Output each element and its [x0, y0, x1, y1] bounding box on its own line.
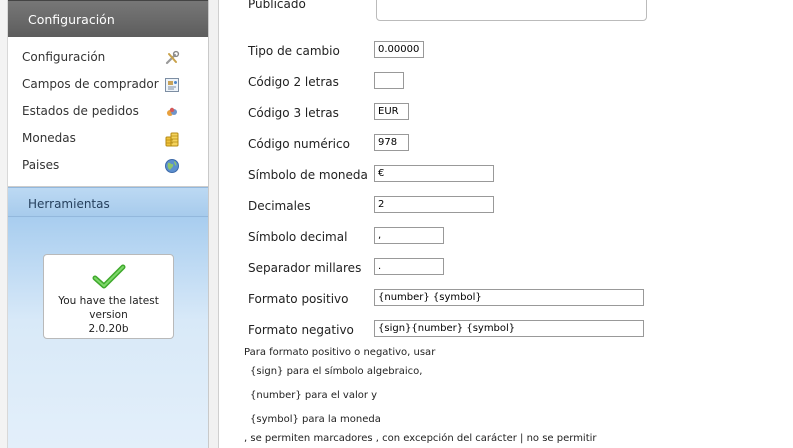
published-label: Publicado: [248, 0, 306, 11]
sidebar-item-estados-pedidos[interactable]: Estados de pedidos: [8, 98, 208, 125]
field-row-codigo-numerico: Código numérico: [248, 134, 793, 154]
field-label: Código numérico: [248, 137, 350, 151]
thousands-separator-input[interactable]: [374, 258, 444, 275]
sidebar-header-herramientas[interactable]: Herramientas: [8, 187, 208, 217]
field-row-tipo-cambio: Tipo de cambio: [248, 41, 793, 61]
field-label: Código 2 letras: [248, 75, 339, 89]
sidebar-item-campos-comprador[interactable]: Campos de comprador: [8, 71, 208, 98]
exchange-rate-input[interactable]: [374, 41, 424, 58]
order-status-icon: [167, 107, 177, 116]
field-row-decimales: Decimales: [248, 196, 793, 216]
sidebar-item-paises[interactable]: Paises: [8, 152, 208, 179]
sidebar-item-label: Paises: [22, 158, 60, 172]
field-label: Símbolo decimal: [248, 230, 348, 244]
field-label: Tipo de cambio: [248, 44, 340, 58]
sidebar-item-label: Estados de pedidos: [22, 104, 139, 118]
format-help-intro: Para formato positivo o negativo, usar: [244, 347, 436, 358]
checkmark-icon: [92, 264, 125, 289]
format-help-note: , se permiten marcadores , con excepción…: [244, 433, 597, 444]
field-row-separador-millares: Separador millares: [248, 258, 793, 278]
tools-icon: [165, 50, 180, 65]
field-row-codigo-2: Código 2 letras: [248, 72, 793, 92]
format-help-sign: {sign} para el símbolo algebraico,: [250, 366, 423, 377]
sidebar-header-configuracion[interactable]: Configuración: [8, 0, 208, 37]
version-status-box: You have the latest version 2.0.20b: [43, 254, 174, 339]
sidebar-item-configuracion[interactable]: Configuración: [8, 44, 208, 71]
field-label: Formato positivo: [248, 292, 349, 306]
version-number: 2.0.20b: [88, 323, 129, 335]
globe-icon: [165, 159, 179, 173]
field-label: Símbolo de moneda: [248, 168, 368, 182]
version-text-line1: You have the latest: [58, 295, 159, 307]
field-row-formato-positivo: Formato positivo: [248, 289, 793, 309]
published-radio-group: [376, 0, 647, 21]
version-text-line2: version: [89, 309, 128, 321]
field-row-simbolo-moneda: Símbolo de moneda: [248, 165, 793, 185]
left-edge-strip: [0, 0, 8, 448]
sidebar-item-label: Monedas: [22, 131, 76, 145]
field-label: Código 3 letras: [248, 106, 339, 120]
currency-symbol-input[interactable]: [374, 165, 494, 182]
field-label: Decimales: [248, 199, 311, 213]
sidebar-item-label: Configuración: [22, 50, 106, 64]
sidebar: Configuración Configuración Campos de co…: [8, 0, 209, 448]
positive-format-input[interactable]: [374, 289, 644, 306]
decimal-symbol-input[interactable]: [374, 227, 444, 244]
field-label: Separador millares: [248, 261, 362, 275]
config-menu: Configuración Campos de comprador Estado…: [8, 37, 208, 187]
fields-icon: [165, 78, 179, 92]
splitter[interactable]: [209, 0, 219, 448]
field-label: Formato negativo: [248, 323, 354, 337]
field-row-simbolo-decimal: Símbolo decimal: [248, 227, 793, 247]
field-row-codigo-3: Código 3 letras: [248, 103, 793, 123]
field-row-formato-negativo: Formato negativo: [248, 320, 793, 340]
currency-form: Publicado Tipo de cambio Código 2 letras…: [220, 0, 793, 448]
decimals-input[interactable]: [374, 196, 494, 213]
code-3-letters-input[interactable]: [374, 103, 409, 120]
code-2-letters-input[interactable]: [374, 72, 404, 89]
tools-panel: You have the latest version 2.0.20b: [8, 217, 208, 448]
format-help-number: {number} para el valor y: [250, 390, 378, 401]
sidebar-item-label: Campos de comprador: [22, 77, 159, 91]
numeric-code-input[interactable]: [374, 134, 409, 151]
format-help-symbol: {symbol} para la moneda: [250, 414, 381, 425]
sidebar-item-monedas[interactable]: Monedas: [8, 125, 208, 152]
coins-icon: [165, 132, 179, 147]
negative-format-input[interactable]: [374, 320, 644, 337]
